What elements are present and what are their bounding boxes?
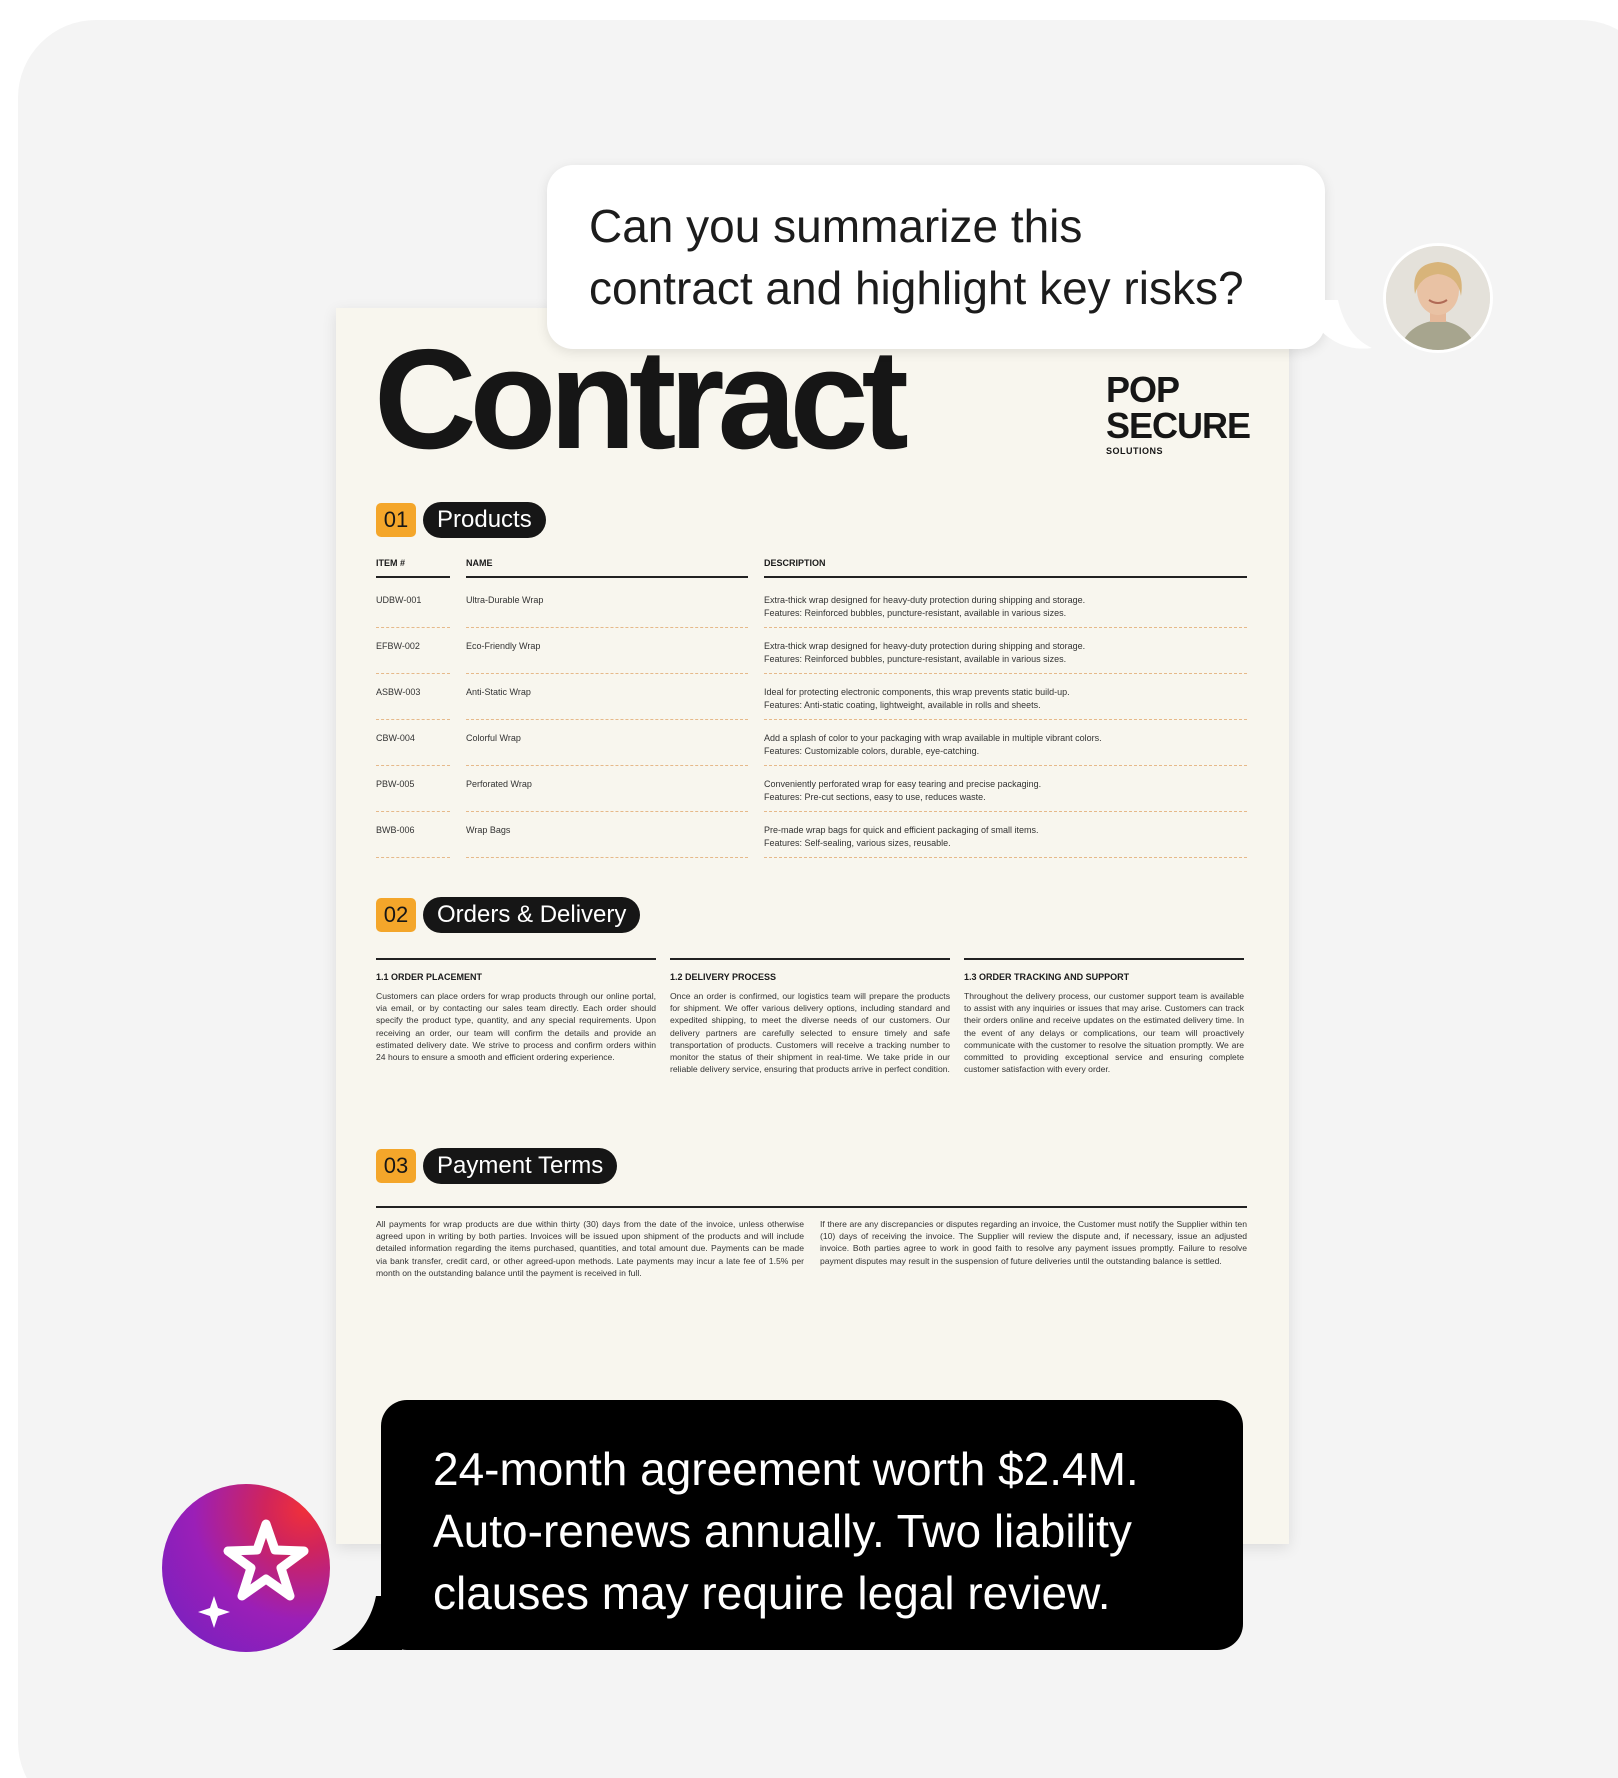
- ai-response-line: 24-month agreement worth $2.4M.: [433, 1443, 1139, 1495]
- section-number: 01: [376, 503, 416, 537]
- ai-response-line: clauses may require legal review.: [433, 1567, 1111, 1619]
- column-header-description: DESCRIPTION: [764, 558, 826, 568]
- column-title: 1.2 DELIVERY PROCESS: [670, 972, 777, 982]
- features-line: Features: Reinforced bubbles, puncture-r…: [764, 654, 1067, 664]
- item-number-cell: UDBW-001: [376, 595, 422, 605]
- item-number-cell: CBW-004: [376, 733, 415, 743]
- user-avatar[interactable]: [1386, 246, 1490, 350]
- description-cell: Conveniently perforated wrap for easy te…: [764, 778, 1247, 804]
- order-placement-column: 1.1 ORDER PLACEMENT Customers can place …: [376, 958, 656, 1063]
- sparkle-icon: [198, 1519, 309, 1628]
- logo-text-secure: SECURE: [1106, 405, 1251, 446]
- description-cell: Extra-thick wrap designed for heavy-duty…: [764, 594, 1247, 620]
- contract-document: Contract POP SECURE SOLUTIONS 01 Product…: [336, 308, 1289, 1544]
- features-line: Features: Customizable colors, durable, …: [764, 746, 980, 756]
- table-row: UDBW-001 Ultra-Durable Wrap Extra-thick wr…: [376, 582, 1247, 628]
- column-title: 1.3 ORDER TRACKING AND SUPPORT: [964, 972, 1130, 982]
- column-header-name: NAME: [466, 558, 493, 568]
- description-cell: Add a splash of color to your packaging …: [764, 732, 1247, 758]
- item-number-cell: ASBW-003: [376, 687, 421, 697]
- table-row: ASBW-003 Anti-Static Wrap Ideal for protec…: [376, 674, 1247, 720]
- description-cell: Extra-thick wrap designed for heavy-duty…: [764, 640, 1247, 666]
- column-title: 1.1 ORDER PLACEMENT: [376, 972, 483, 982]
- section-number: 03: [376, 1149, 416, 1183]
- description-line: Extra-thick wrap designed for heavy-duty…: [764, 595, 1086, 605]
- products-table: ITEM # NAME DESCRIPTION UDBW-001 Ultra-Du…: [376, 556, 1247, 858]
- description-line: Ideal for protecting electronic componen…: [764, 687, 1070, 697]
- table-row: BWB-006 Wrap Bags Pre-made wrap bags for q…: [376, 812, 1247, 858]
- table-header: ITEM # NAME DESCRIPTION: [376, 556, 1247, 582]
- product-name-cell: Ultra-Durable Wrap: [466, 595, 544, 605]
- user-message-bubble: Can you summarize this contract and high…: [547, 165, 1325, 349]
- order-tracking-column: 1.3 ORDER TRACKING AND SUPPORT Throughou…: [964, 958, 1244, 1075]
- features-line: Features: Pre-cut sections, easy to use,…: [764, 792, 986, 802]
- description-line: Add a splash of color to your packaging …: [764, 733, 1102, 743]
- section-title: Orders & Delivery: [423, 897, 641, 933]
- ai-assistant-avatar[interactable]: [162, 1484, 330, 1652]
- column-header-item: ITEM #: [376, 558, 406, 568]
- product-name-cell: Anti-Static Wrap: [466, 687, 531, 697]
- section-header-orders-delivery: 02 Orders & Delivery: [376, 897, 641, 933]
- product-name-cell: Wrap Bags: [466, 825, 511, 835]
- payment-terms-text: All payments for wrap products are due w…: [376, 1206, 1247, 1278]
- table-row: PBW-005 Perforated Wrap Conveniently perfo…: [376, 766, 1247, 812]
- payment-terms-paragraph: All payments for wrap products are due w…: [376, 1219, 804, 1278]
- section-header-payment-terms: 03 Payment Terms: [376, 1148, 618, 1184]
- description-line: Conveniently perforated wrap for easy te…: [764, 779, 1042, 789]
- delivery-process-column: 1.2 DELIVERY PROCESS Once an order is co…: [670, 958, 950, 1075]
- user-bubble-tail: [1320, 300, 1372, 349]
- user-message-line: contract and highlight key risks?: [589, 262, 1244, 314]
- section-header-products: 01 Products: [376, 502, 546, 538]
- logo-text-pop: POP: [1106, 369, 1180, 410]
- column-body: Once an order is confirmed, our logistic…: [670, 991, 950, 1075]
- item-number-cell: EFBW-002: [376, 641, 420, 651]
- table-body: UDBW-001 Ultra-Durable Wrap Extra-thick wr…: [376, 582, 1247, 858]
- product-name-cell: Perforated Wrap: [466, 779, 532, 789]
- section-number: 02: [376, 898, 416, 932]
- description-line: Extra-thick wrap designed for heavy-duty…: [764, 641, 1086, 651]
- table-row: EFBW-002 Eco-Friendly Wrap Extra-thick wra…: [376, 628, 1247, 674]
- product-name-cell: Colorful Wrap: [466, 733, 521, 743]
- company-logo: POP SECURE SOLUTIONS: [1106, 369, 1251, 458]
- section-title: Products: [423, 502, 546, 538]
- user-portrait-icon: [1386, 246, 1490, 350]
- description-line: Pre-made wrap bags for quick and efficie…: [764, 825, 1039, 835]
- logo-text-solutions: SOLUTIONS: [1106, 446, 1164, 456]
- features-line: Features: Reinforced bubbles, puncture-r…: [764, 608, 1067, 618]
- item-number-cell: PBW-005: [376, 779, 415, 789]
- user-message-line: Can you summarize this: [589, 200, 1083, 252]
- ai-response-bubble: 24-month agreement worth $2.4M. Auto-ren…: [381, 1400, 1243, 1650]
- features-line: Features: Self-sealing, various sizes, r…: [764, 838, 951, 848]
- item-number-cell: BWB-006: [376, 825, 415, 835]
- column-body: Throughout the delivery process, our cus…: [964, 991, 1244, 1075]
- ai-response-line: Auto-renews annually. Two liability: [433, 1505, 1132, 1557]
- payment-disputes-paragraph: If there are any discrepancies or disput…: [820, 1219, 1247, 1266]
- column-body: Customers can place orders for wrap prod…: [376, 991, 656, 1063]
- ai-bubble-tail: [332, 1596, 402, 1650]
- description-cell: Ideal for protecting electronic componen…: [764, 686, 1247, 712]
- description-cell: Pre-made wrap bags for quick and efficie…: [764, 824, 1247, 850]
- section-title: Payment Terms: [423, 1148, 618, 1184]
- table-row: CBW-004 Colorful Wrap Add a splash of colo…: [376, 720, 1247, 766]
- product-name-cell: Eco-Friendly Wrap: [466, 641, 541, 651]
- features-line: Features: Anti-static coating, lightweig…: [764, 700, 1041, 710]
